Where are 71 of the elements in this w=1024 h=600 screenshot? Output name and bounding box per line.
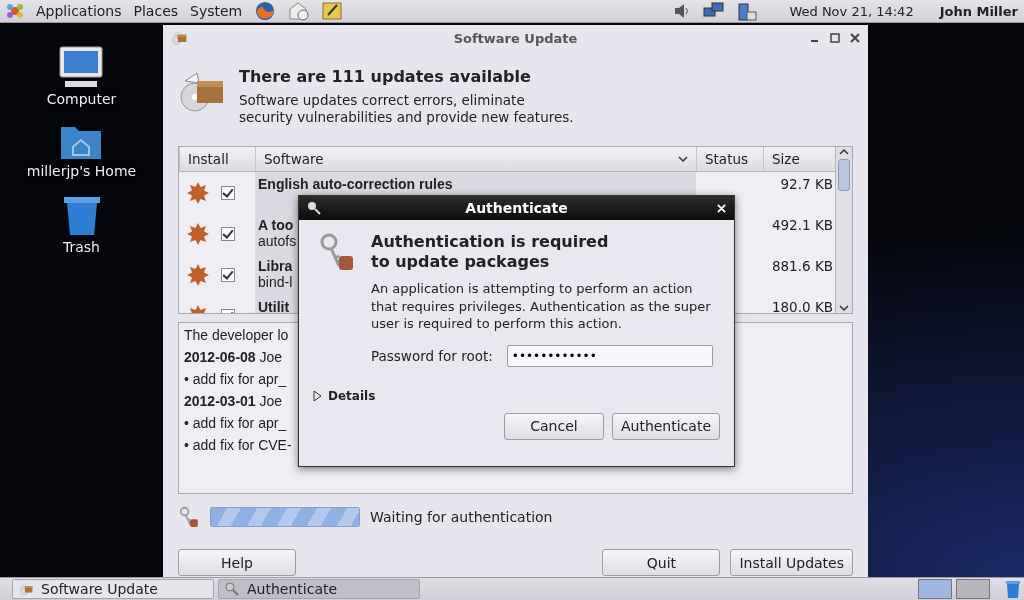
package-icon (19, 582, 33, 596)
dialog-description: An application is attempting to perform an action that requires privileges. Authentication as the super user is required to perform this action. (371, 280, 712, 333)
details-expander[interactable]: Details (313, 388, 376, 403)
package-icon (171, 30, 187, 46)
browser-icon[interactable] (254, 1, 277, 21)
progress-label: Waiting for authentication (370, 509, 553, 525)
column-header[interactable]: Install (179, 147, 255, 171)
expander-arrow-icon[interactable] (313, 389, 322, 402)
update-name: Utilit (258, 299, 290, 313)
quit-button[interactable]: Quit (602, 549, 721, 576)
scroll-down-icon[interactable] (839, 303, 849, 313)
authenticate-button[interactable]: Authenticate (611, 412, 720, 440)
cancel-button[interactable]: Cancel (503, 412, 604, 440)
desktop-icon-label[interactable]: millerjp's Home (26, 163, 137, 179)
password-field[interactable]: •••••••••••• (506, 344, 713, 367)
taskbar-button[interactable]: Software Update (12, 579, 214, 599)
changelog-entry: 2012-03-01 Joe (184, 393, 283, 410)
scroll-thumb[interactable] (838, 159, 850, 191)
update-size: 881.6 KB (771, 258, 833, 274)
password-label: Password for root: (371, 347, 493, 364)
changelog-entry: 2012-06-08 Joe (184, 349, 283, 366)
security-update-icon (187, 181, 209, 204)
maximize-icon[interactable] (830, 33, 840, 43)
computer-icon (57, 45, 106, 89)
keys-icon (178, 506, 200, 528)
updates-heading: There are 111 updates available (239, 67, 532, 86)
dialog-title: Authenticate (465, 200, 568, 216)
install-checkbox[interactable] (221, 226, 235, 241)
panel-menu[interactable]: Applications (36, 3, 122, 19)
security-update-icon (187, 222, 209, 245)
desktop-icon-label[interactable]: Computer (46, 91, 117, 107)
user-name[interactable]: John Miller (939, 3, 1018, 19)
scrollbar[interactable] (835, 147, 852, 313)
update-size: 492.1 KB (771, 217, 833, 233)
install-checkbox[interactable] (221, 185, 235, 200)
network-icon[interactable] (703, 2, 726, 20)
security-update-icon (187, 263, 209, 286)
trash-icon[interactable] (1006, 580, 1020, 598)
chevron-down-icon[interactable] (678, 155, 688, 163)
update-size: 180.0 KB (771, 299, 833, 313)
foot-logo-icon[interactable] (6, 2, 24, 20)
search-icon (307, 201, 321, 215)
update-name: Libra (258, 258, 293, 274)
scroll-up-icon[interactable] (839, 147, 849, 157)
install-checkbox[interactable] (221, 267, 235, 282)
taskbar-button[interactable]: Authenticate (218, 579, 420, 599)
package-name: bind-l (258, 274, 293, 290)
window-title: Software Update (453, 30, 578, 46)
update-name: English auto-correction rules (258, 176, 453, 192)
install-updates-button[interactable]: Install Updates (730, 549, 853, 576)
update-size: 92.7 KB (780, 176, 833, 192)
workspace-switcher[interactable] (956, 579, 990, 599)
panel-menu[interactable]: Places (133, 3, 179, 19)
help-button[interactable]: Help (178, 549, 296, 576)
desktop-icon-label[interactable]: Trash (63, 239, 100, 255)
update-name: A too (258, 217, 294, 233)
changelog-text: The developer lo (184, 327, 289, 344)
changelog-text: • add fix for apr_ (184, 371, 287, 388)
changelog-text: • add fix for apr_ (184, 415, 287, 432)
clock[interactable]: Wed Nov 21, 14:42 (789, 3, 914, 19)
workspace-switcher[interactable] (918, 579, 952, 599)
package-name: autofs (258, 233, 297, 249)
close-icon[interactable] (850, 33, 860, 43)
notes-icon[interactable] (322, 1, 343, 21)
search-icon (225, 582, 239, 596)
updates-description: Software updates correct errors, eliminate security vulnerabilities and provide new features. (239, 92, 574, 126)
panel-menu[interactable]: System (190, 3, 243, 19)
dialog-heading: Authentication is required to update packages (371, 232, 610, 272)
changelog-text: • add fix for CVE- (184, 437, 292, 454)
column-header[interactable]: Status (696, 147, 763, 171)
column-header[interactable]: Software (255, 147, 696, 171)
